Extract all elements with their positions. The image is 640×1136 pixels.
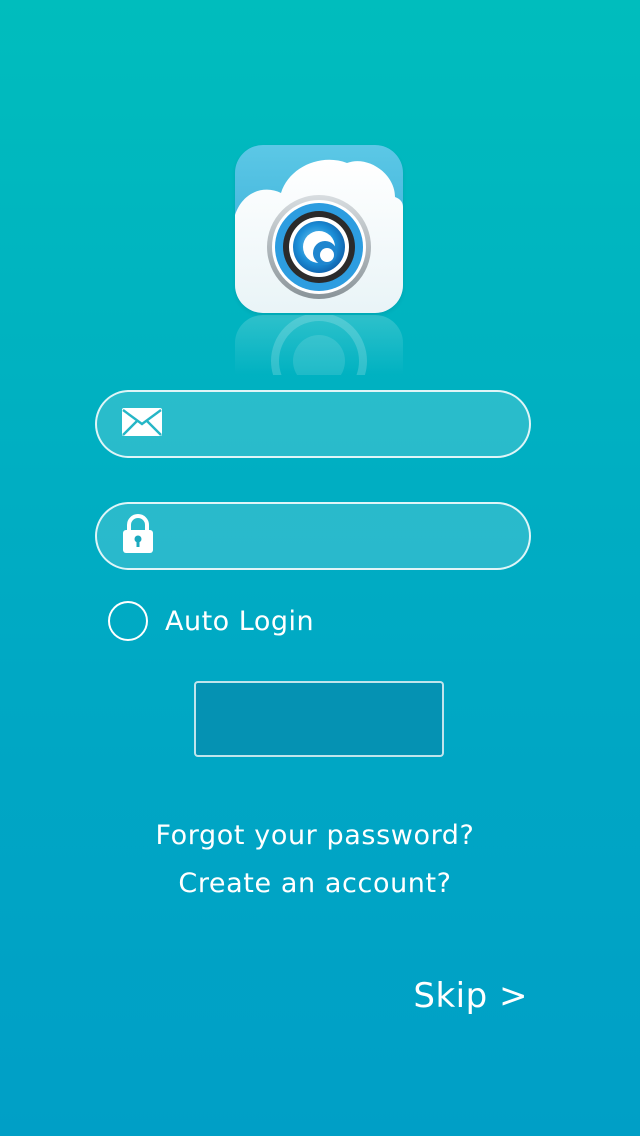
password-field[interactable] bbox=[95, 502, 531, 570]
auto-login-label: Auto Login bbox=[165, 605, 315, 637]
email-input[interactable] bbox=[177, 392, 505, 456]
password-input[interactable] bbox=[177, 504, 505, 568]
forgot-password-link[interactable]: Forgot your password? bbox=[0, 820, 630, 851]
login-button[interactable] bbox=[194, 681, 444, 757]
create-account-link[interactable]: Create an account? bbox=[0, 868, 630, 899]
camera-cloud-icon bbox=[235, 159, 403, 313]
auto-login-radio[interactable] bbox=[108, 601, 148, 641]
email-field[interactable] bbox=[95, 390, 531, 458]
envelope-icon bbox=[121, 407, 163, 441]
skip-link[interactable]: Skip > bbox=[413, 976, 528, 1016]
auto-login-row[interactable]: Auto Login bbox=[108, 598, 314, 644]
app-logo-reflection bbox=[235, 315, 403, 375]
lock-icon bbox=[121, 514, 155, 558]
app-logo bbox=[235, 145, 403, 313]
